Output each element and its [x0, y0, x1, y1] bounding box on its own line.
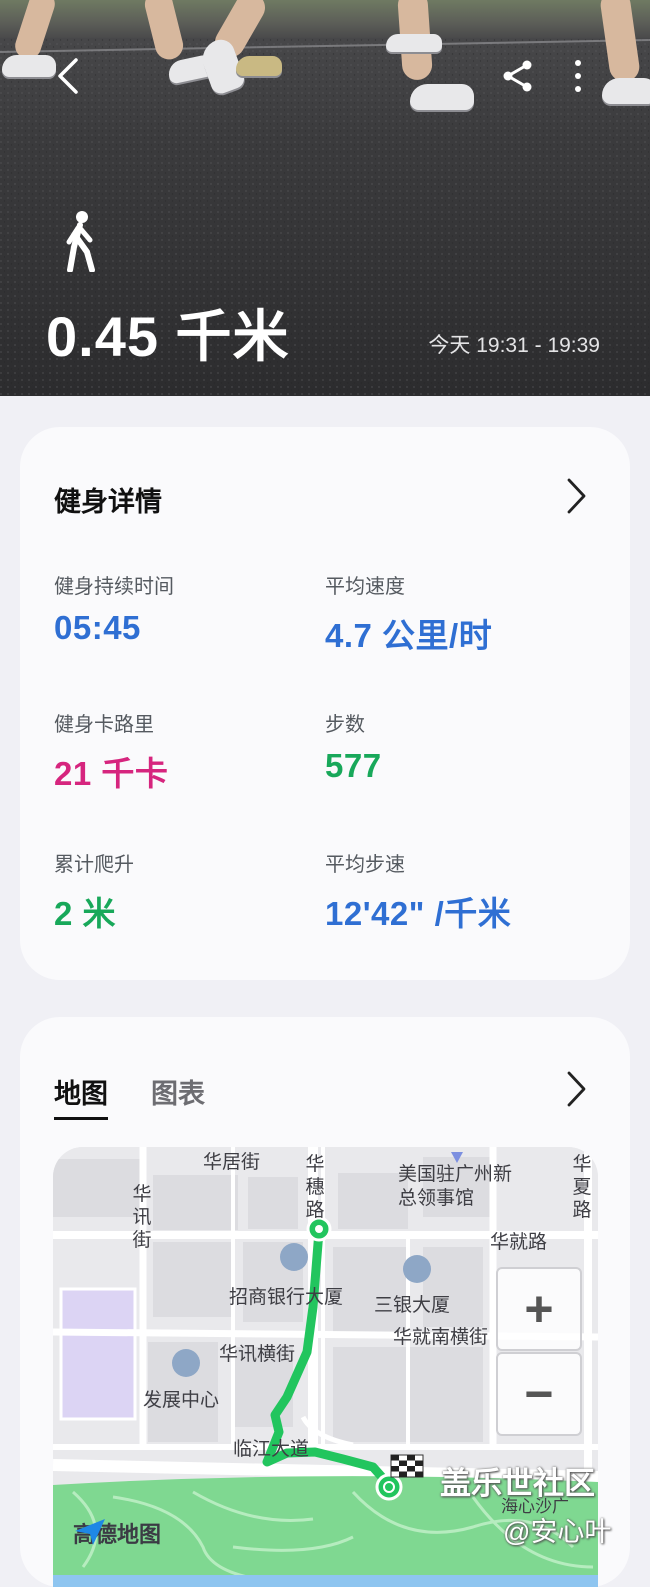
stat-calories: 健身卡路里 21 千卡 [54, 708, 168, 795]
runner-shoe [602, 78, 650, 104]
stat-value: 12'42" /千米 [325, 895, 512, 932]
runner-shoe [236, 56, 282, 76]
more-vertical-icon[interactable] [568, 58, 588, 94]
map-label: 临江大道 [233, 1439, 310, 1460]
stat-value: 577 [325, 747, 382, 784]
stat-value: 4.7 公里/时 [325, 617, 493, 654]
map-label: 美国驻广州新总领事馆 [398, 1164, 513, 1209]
map-label: 招商银行大厦 [229, 1287, 344, 1308]
stat-label: 平均速度 [325, 576, 405, 598]
stat-label: 健身卡路里 [54, 714, 154, 736]
runner-shoe [2, 55, 56, 77]
chevron-right-icon[interactable] [564, 1069, 588, 1109]
watermark-community: 盖乐世社区 [440, 1466, 595, 1501]
zoom-in-button[interactable]: + [496, 1267, 582, 1351]
stat-elevation: 累计爬升 2 米 [54, 848, 134, 935]
stat-value: 21 千卡 [54, 755, 169, 792]
share-icon[interactable] [500, 58, 536, 94]
workout-time-range: 今天 19:31 - 19:39 [428, 334, 600, 357]
map-label: 华就路 [490, 1232, 548, 1253]
stat-avg-speed: 平均速度 4.7 公里/时 [325, 570, 492, 657]
walking-icon [66, 211, 95, 272]
stat-label: 健身持续时间 [54, 576, 174, 598]
finish-flag-icon [390, 1454, 424, 1478]
watermark-author: @安心叶 [503, 1517, 612, 1547]
map-label: 发展中心 [143, 1390, 220, 1411]
workout-details-card[interactable]: 健身详情 健身持续时间 05:45 平均速度 4.7 公里/时 健身卡路里 21… [20, 427, 630, 980]
stat-label: 累计爬升 [54, 854, 134, 876]
tab-chart[interactable]: 图表 [151, 1072, 205, 1111]
stat-label: 步数 [325, 714, 365, 736]
hero-banner: 0.45 千米 今天 19:31 - 19:39 [0, 0, 650, 396]
tab-map[interactable]: 地图 [54, 1072, 108, 1120]
stat-label: 平均步速 [325, 854, 405, 876]
map-label: 华穗路 [305, 1154, 325, 1221]
chevron-right-icon[interactable] [564, 476, 588, 516]
map-label: 华居街 [203, 1152, 261, 1173]
map-label: 三银大厦 [374, 1295, 451, 1316]
details-title: 健身详情 [54, 487, 162, 517]
zoom-out-button[interactable]: − [496, 1352, 582, 1436]
chevron-left-icon[interactable] [52, 56, 88, 96]
map-label: 华夏路 [572, 1154, 592, 1221]
runner-shoe [410, 84, 474, 110]
stat-value: 05:45 [54, 609, 141, 646]
stat-value: 2 米 [54, 895, 117, 932]
map-label: 华讯街 [132, 1184, 152, 1251]
map-label: 华就南横街 [393, 1327, 489, 1348]
stat-steps: 步数 577 [325, 708, 382, 785]
distance-value: 0.45 千米 [46, 305, 290, 368]
map-label: 华讯横街 [219, 1344, 296, 1365]
stat-avg-pace: 平均步速 12'42" /千米 [325, 848, 511, 935]
amap-logo: 高德地图 [73, 1517, 161, 1549]
runner-shoe [386, 34, 442, 52]
stat-duration: 健身持续时间 05:45 [54, 570, 174, 647]
amap-arrow-icon [75, 1519, 105, 1545]
